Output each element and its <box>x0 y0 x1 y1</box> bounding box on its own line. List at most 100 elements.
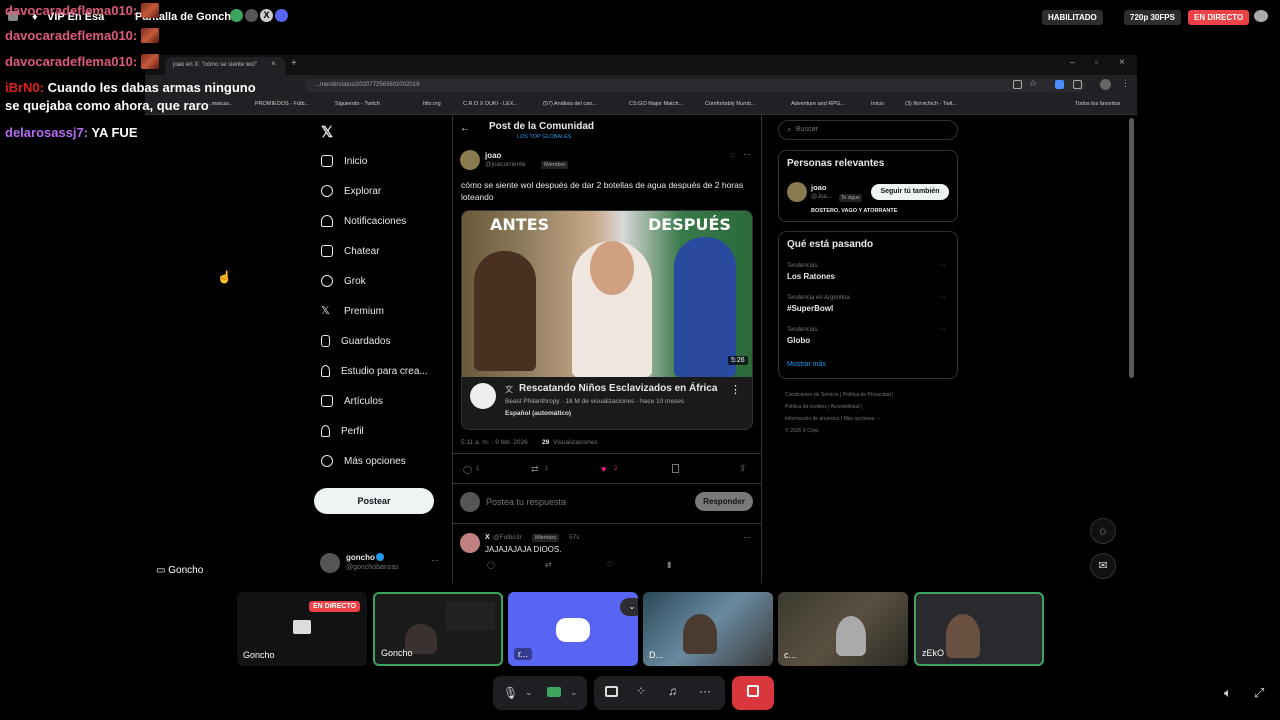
participant-tile-screen[interactable]: EN DIRECTO Goncho <box>237 592 367 666</box>
repost-icon[interactable]: ⇄ <box>531 464 539 475</box>
share-screen-icon[interactable] <box>605 686 618 697</box>
bookmark-item[interactable]: Inicio <box>871 101 884 107</box>
kebab-menu-icon[interactable]: ⋮ <box>1121 78 1130 89</box>
bookmark-item[interactable]: hltv.org <box>423 101 441 107</box>
soundboard-icon[interactable]: ♫ <box>668 684 677 698</box>
participant-tile[interactable]: c... <box>778 592 908 666</box>
participant-tile[interactable]: Goncho <box>373 592 503 666</box>
scrollbar[interactable] <box>1129 118 1134 378</box>
nav-bookmarks[interactable]: Guardados <box>321 335 390 347</box>
puzzle-icon[interactable] <box>1073 80 1082 89</box>
close-tab-icon[interactable]: × <box>271 59 276 68</box>
microphone-icon[interactable]: 🎙︎ <box>503 686 518 700</box>
camera-chevron-icon[interactable]: ⌄ <box>570 687 578 698</box>
reply-like-icon[interactable]: ♡ <box>606 560 613 569</box>
profile-avatar[interactable] <box>1100 79 1111 90</box>
header-subtitle[interactable]: LOS TOP GLOBALES <box>517 134 571 140</box>
bookmark-post-icon[interactable] <box>672 464 679 473</box>
x-logo-icon[interactable]: 𝕏 <box>321 123 333 141</box>
messages-float-icon[interactable]: ✉ <box>1090 553 1116 579</box>
close-window-icon[interactable]: × <box>1119 57 1125 68</box>
trend-name[interactable]: Los Ratones <box>787 272 835 281</box>
bookmark-item[interactable]: PROMIEDOS - Fútb... <box>255 101 309 107</box>
footer-link[interactable]: Más opciones ··· <box>844 416 881 422</box>
reply-repost-icon[interactable]: ⇄ <box>545 560 552 569</box>
nav-grok[interactable]: Grok <box>321 275 366 287</box>
install-icon[interactable] <box>1013 80 1022 89</box>
mic-chevron-icon[interactable]: ⌄ <box>525 687 533 698</box>
footer-link[interactable]: Política de cookies <box>785 404 827 410</box>
video-title[interactable]: Rescatando Niños Esclavizados en África <box>519 383 717 394</box>
footer-link[interactable]: Condiciones de Servicio <box>785 392 839 398</box>
nav-articles[interactable]: Artículos <box>321 395 383 407</box>
reply-more-icon[interactable]: ··· <box>743 533 751 542</box>
bookmark-item[interactable]: Comfortably Numb... <box>705 101 755 107</box>
reply-button[interactable]: Responder <box>695 492 753 511</box>
nav-creator-studio[interactable]: Estudio para crea... <box>321 365 428 377</box>
footer-link[interactable]: Accesibilidad <box>831 404 860 410</box>
activities-icon[interactable]: ⁘ <box>636 684 646 698</box>
all-bookmarks[interactable]: Todos los favoritos <box>1075 101 1121 107</box>
grok-post-icon[interactable]: ◌ <box>730 150 735 160</box>
trend-more-icon[interactable]: ··· <box>939 326 946 333</box>
participant-tile[interactable]: D... <box>643 592 773 666</box>
like-icon[interactable]: ♥ <box>601 464 606 474</box>
nav-home[interactable]: Inicio <box>321 155 367 167</box>
reply-views-icon[interactable]: ▮ <box>667 560 671 569</box>
browser-tab[interactable]: joao en X: "cómo se siente wol" <box>165 57 285 75</box>
reply-reply-icon[interactable]: ◯ <box>487 561 495 569</box>
post-more-icon[interactable]: ··· <box>743 150 751 159</box>
show-more-link[interactable]: Mostrar más <box>787 361 826 368</box>
bookmark-item[interactable]: ...maicas.. <box>207 101 232 107</box>
reply-input[interactable]: Postea tu respuesta <box>486 497 566 507</box>
account-avatar[interactable] <box>320 553 340 573</box>
nav-profile[interactable]: Perfil <box>321 425 364 437</box>
camera-icon[interactable] <box>547 687 561 697</box>
maximize-icon[interactable]: ▫ <box>1095 58 1098 67</box>
bookmark-item[interactable]: Adventure and RPG... <box>791 101 845 107</box>
new-tab-icon[interactable]: + <box>291 58 297 69</box>
bookmark-item[interactable]: (57) Análisis del can... <box>543 101 597 107</box>
participant-tile[interactable]: zEkO <box>914 592 1044 666</box>
footer-link[interactable]: Información de anuncios <box>785 416 839 422</box>
video-more-icon[interactable]: ⋮ <box>730 383 741 396</box>
fullscreen-icon[interactable]: ⤢ <box>1254 685 1264 701</box>
trend-name[interactable]: Globo <box>787 336 810 345</box>
bookmark-item[interactable]: CS:GO Major Match... <box>629 101 683 107</box>
nav-premium[interactable]: 𝕏 Premium <box>321 305 384 317</box>
nav-more[interactable]: Más opciones <box>321 455 406 467</box>
relevant-avatar[interactable] <box>787 182 807 202</box>
search-box[interactable]: ⌕ Buscar <box>778 120 958 140</box>
minimize-icon[interactable]: – <box>1070 57 1075 67</box>
chat-bubble-icon[interactable] <box>1254 10 1268 22</box>
follow-button[interactable]: Seguir tú también <box>871 184 949 200</box>
bookmark-item[interactable]: Siguiendo - Twitch <box>335 101 380 107</box>
nav-chat[interactable]: Chatear <box>321 245 380 257</box>
reply-avatar[interactable] <box>460 533 480 553</box>
extension-icon[interactable] <box>1055 80 1064 89</box>
trend-more-icon[interactable]: ··· <box>939 294 946 301</box>
url-field[interactable]: ...menté/status/2020772563602002019 <box>305 79 1085 92</box>
tile-options-icon[interactable]: ⌄ <box>620 598 638 616</box>
trend-more-icon[interactable]: ··· <box>939 262 946 269</box>
bookmark-star-icon[interactable]: ☆ <box>1029 78 1037 89</box>
post-button[interactable]: Postear <box>314 488 434 514</box>
disconnect-button[interactable] <box>732 676 774 710</box>
post-avatar[interactable] <box>460 150 480 170</box>
account-more-icon[interactable]: ··· <box>431 556 439 565</box>
reply-icon[interactable]: ◯ <box>463 465 472 474</box>
more-options-icon[interactable]: ··· <box>699 684 711 698</box>
bookmark-item[interactable]: (3) Iforvichich - Twit... <box>905 101 957 107</box>
nav-notifications[interactable]: Notificaciones <box>321 215 406 227</box>
channel-avatar[interactable] <box>470 383 496 409</box>
volume-icon[interactable]: 🔈︎ <box>1224 685 1232 701</box>
video-card[interactable]: ANTES DESPUÉS 5:26 文 Rescatando Niños Es… <box>461 210 753 430</box>
share-icon[interactable]: ⇪ <box>739 463 747 474</box>
nav-explore[interactable]: Explorar <box>321 185 381 197</box>
trend-name[interactable]: #SuperBowl <box>787 304 833 313</box>
participant-tile[interactable]: ⌄ r... <box>508 592 638 666</box>
bookmark-item[interactable]: C.R.O X DUKI - LEX... <box>463 101 518 107</box>
video-thumbnail[interactable]: ANTES DESPUÉS 5:26 <box>462 211 752 377</box>
post-timestamp[interactable]: 5:11 a. m. · 9 feb. 2026 · <box>461 439 532 446</box>
back-arrow-icon[interactable]: ← <box>460 123 470 134</box>
